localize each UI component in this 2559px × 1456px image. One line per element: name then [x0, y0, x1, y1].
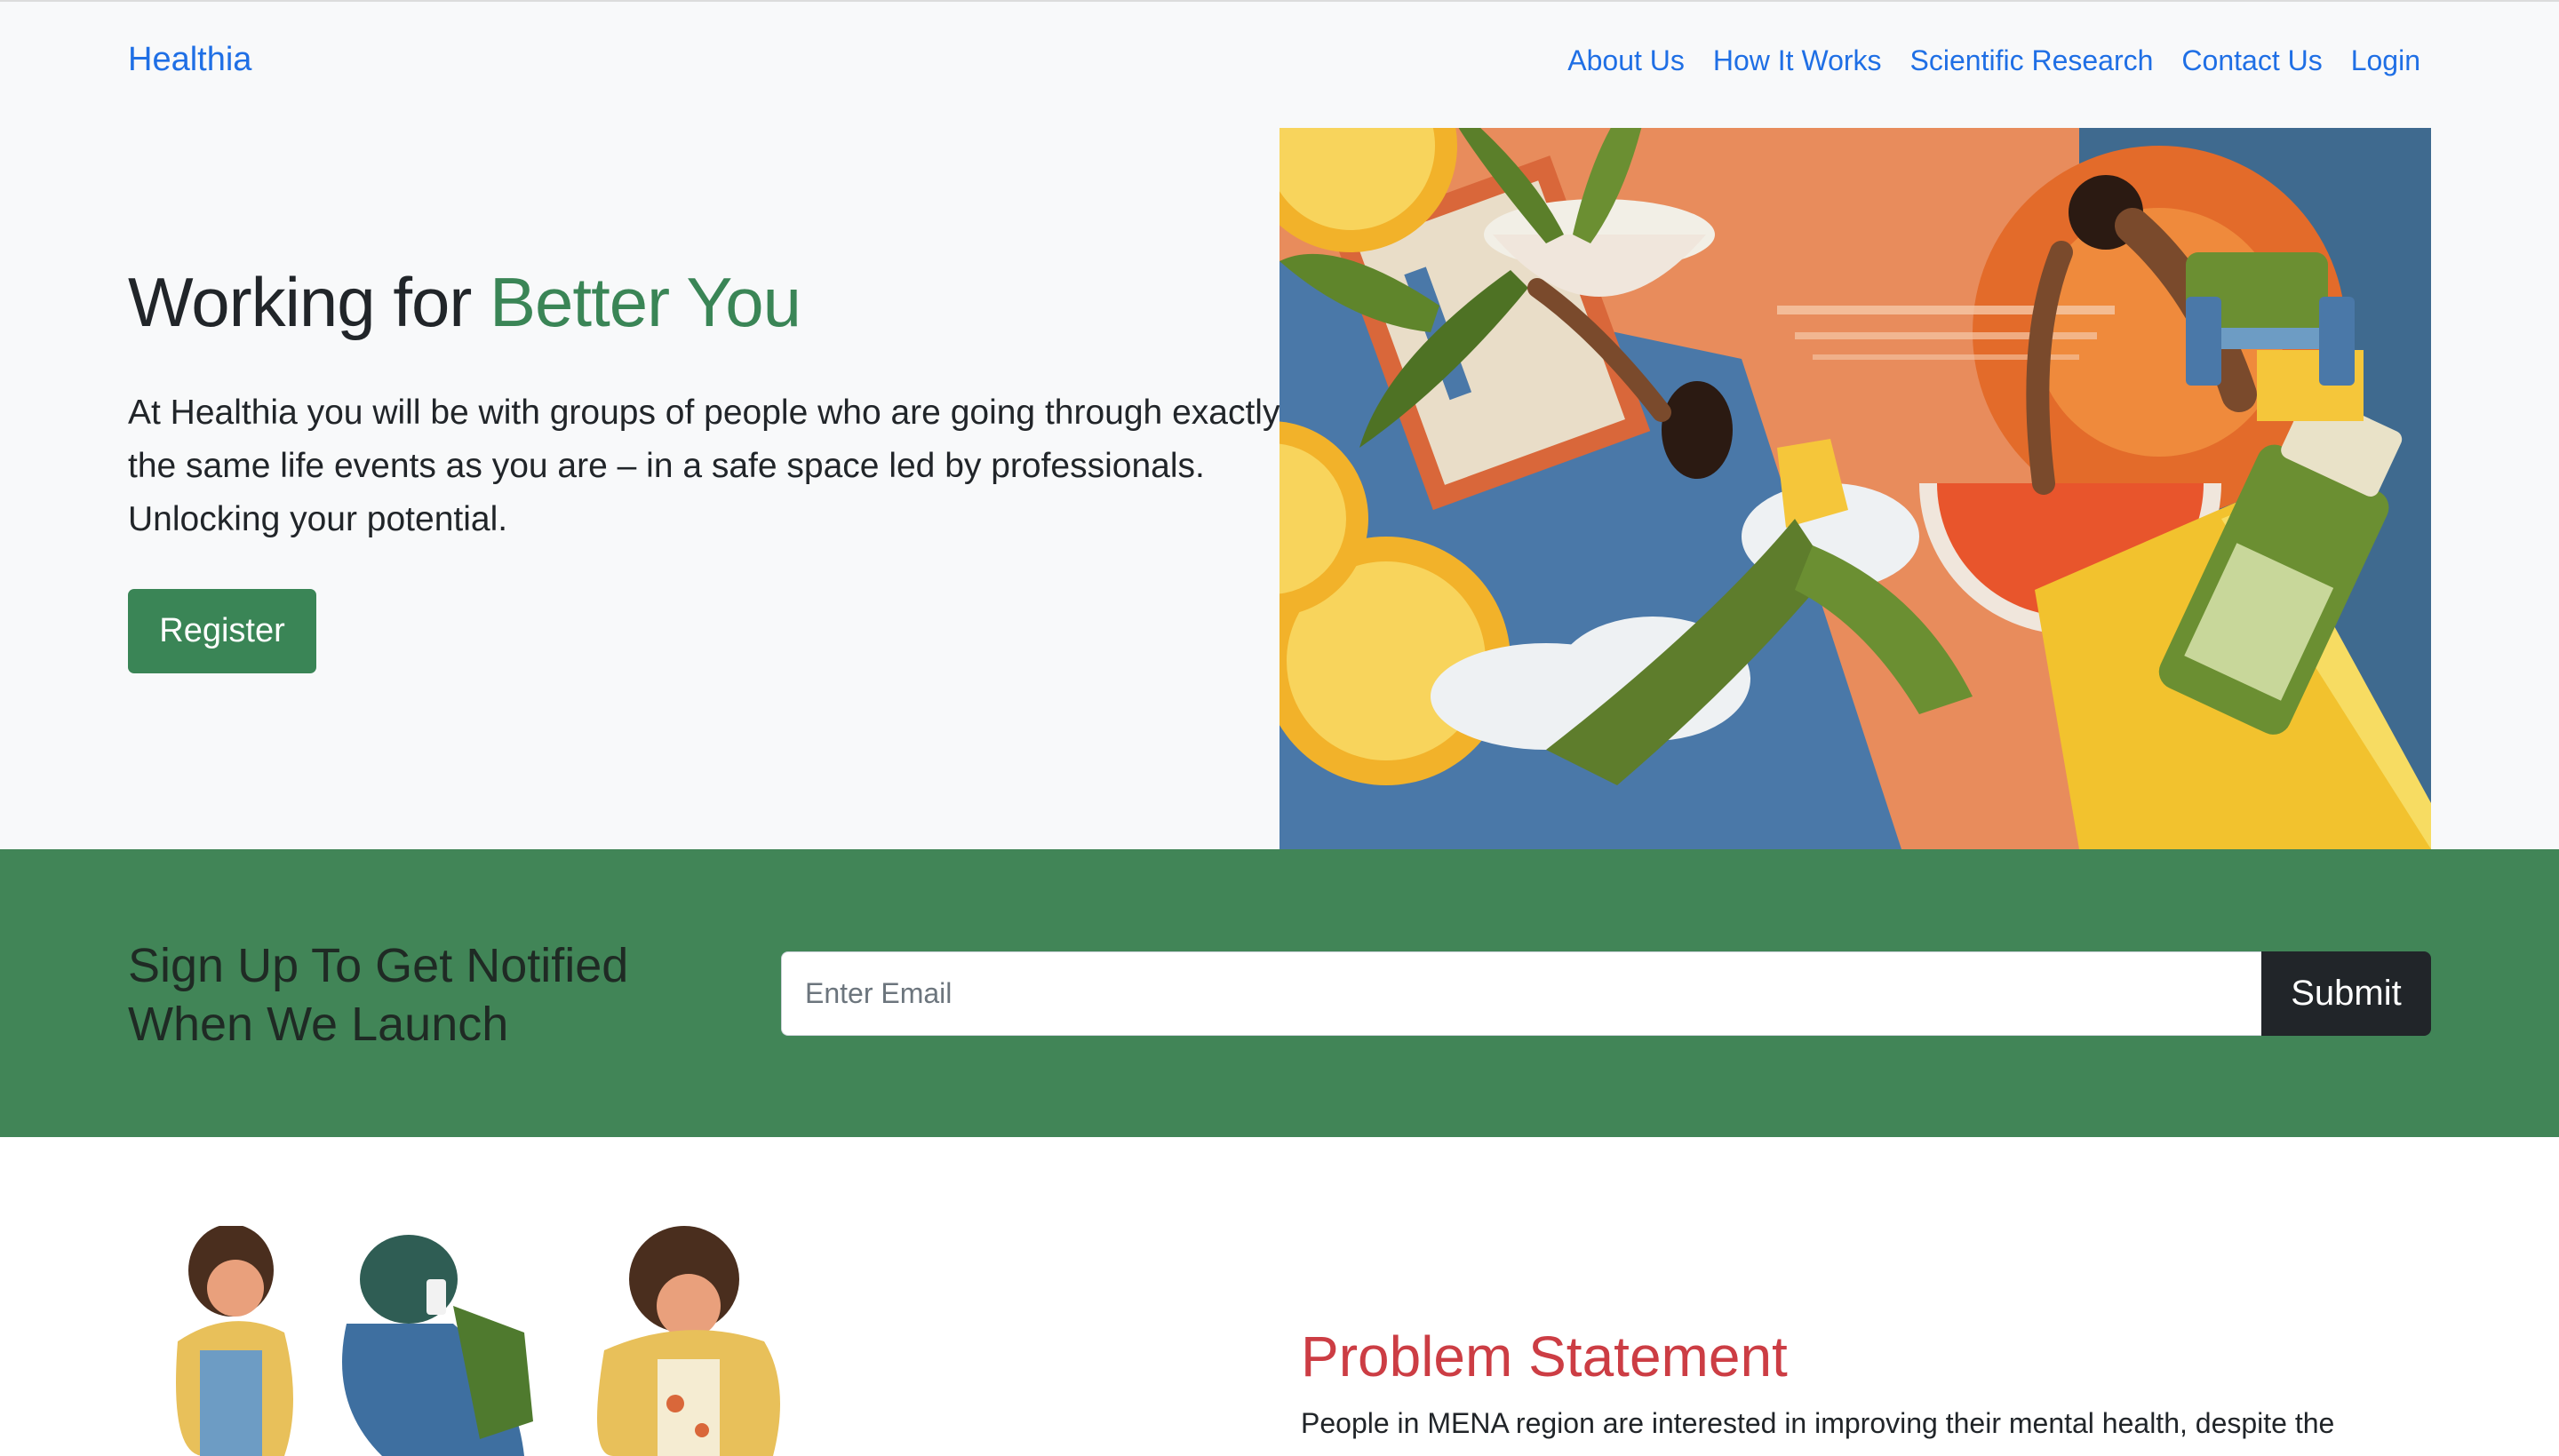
navbar: Healthia About Us How It Works Scientifi…: [0, 2, 2559, 124]
hero-title-accent: Better You: [490, 263, 801, 341]
nav-link-how-it-works[interactable]: How It Works: [1713, 44, 1882, 77]
problem-illustration: [151, 1226, 809, 1456]
problem-section: Problem Statement People in MENA region …: [0, 1137, 2559, 1456]
nav-link-scientific-research[interactable]: Scientific Research: [1910, 44, 2154, 77]
nav-link-login[interactable]: Login: [2351, 44, 2420, 77]
email-input[interactable]: [781, 951, 2261, 1036]
nav-link-about-us[interactable]: About Us: [1567, 44, 1685, 77]
hero-title: Working for Better You: [128, 262, 801, 343]
hero-lead: At Healthia you will be with groups of p…: [128, 394, 1280, 538]
brand-logo[interactable]: Healthia: [128, 41, 251, 79]
nav-link-contact-us[interactable]: Contact Us: [2181, 44, 2322, 77]
nav-links: About Us How It Works Scientific Researc…: [1567, 44, 2420, 77]
problem-text: People in MENA region are interested in …: [1301, 1407, 2335, 1439]
submit-button[interactable]: Submit: [2261, 951, 2431, 1036]
hero-section: Working for Better You At Healthia you w…: [0, 124, 2559, 849]
signup-title: Sign Up To Get Notified When We Launch: [128, 939, 629, 1051]
hero-title-main: Working for: [128, 263, 490, 341]
signup-section: Sign Up To Get Notified When We Launch S…: [0, 849, 2559, 1137]
hero-illustration: [1280, 128, 2431, 849]
problem-title: Problem Statement: [1301, 1325, 1788, 1388]
register-button[interactable]: Register: [128, 589, 316, 673]
